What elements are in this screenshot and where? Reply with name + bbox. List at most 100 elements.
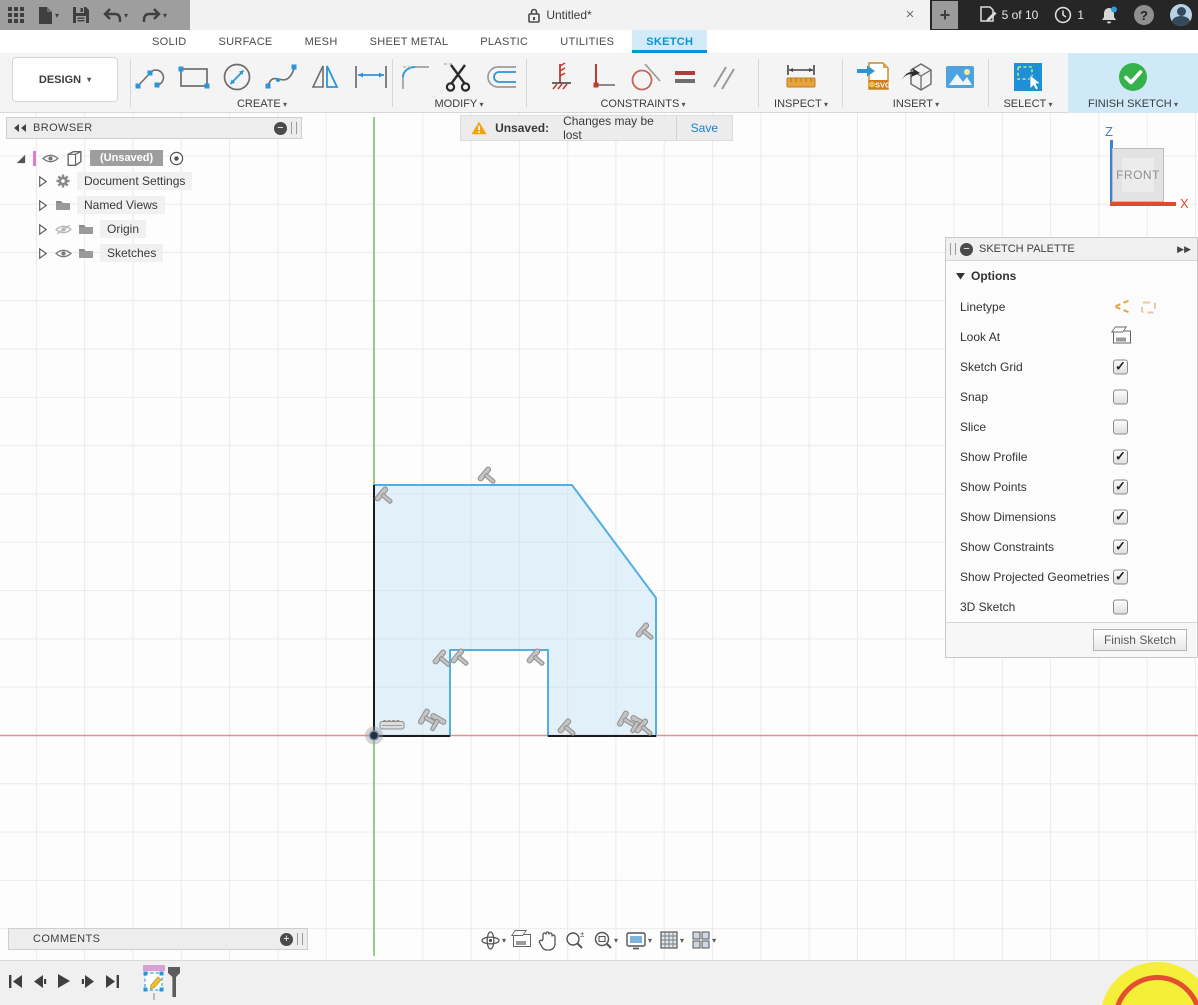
expand-icon[interactable] bbox=[36, 223, 49, 236]
parallel-constraint-button[interactable] bbox=[706, 60, 740, 94]
notifications-button[interactable] bbox=[1100, 6, 1118, 25]
tab-sheet-metal[interactable]: SHEET METAL bbox=[356, 30, 463, 53]
help-button[interactable]: ? bbox=[1134, 5, 1154, 25]
redo-button[interactable]: ▾ bbox=[142, 7, 167, 23]
eye-off-icon[interactable] bbox=[55, 224, 72, 235]
perpendicular-constraint-button[interactable] bbox=[586, 60, 620, 94]
close-tab-button[interactable]: × bbox=[900, 4, 920, 24]
document-tab[interactable]: Untitled* × bbox=[190, 0, 930, 30]
spline-tool-button[interactable] bbox=[262, 60, 302, 94]
expand-icon[interactable] bbox=[36, 247, 49, 260]
app-grid-icon[interactable] bbox=[8, 7, 24, 23]
browser-resize-grip[interactable] bbox=[291, 122, 297, 134]
collapse-panel-icon[interactable] bbox=[13, 123, 27, 133]
constraint-glyph-icon[interactable] bbox=[525, 647, 550, 672]
job-status-button[interactable]: 1 bbox=[1054, 6, 1084, 24]
show-profile-checkbox[interactable] bbox=[1113, 449, 1128, 465]
browser-item-label[interactable]: Origin bbox=[100, 220, 147, 238]
fixed-ruler-glyph-icon[interactable] bbox=[379, 720, 405, 730]
rectangle-tool-button[interactable] bbox=[176, 61, 212, 93]
finish-sketch-button[interactable] bbox=[1115, 59, 1151, 95]
insert-canvas-button[interactable] bbox=[942, 61, 978, 93]
finish-sketch-palette-button[interactable]: Finish Sketch bbox=[1092, 629, 1187, 651]
tab-plastic[interactable]: PLASTIC bbox=[466, 30, 542, 53]
select-dropdown[interactable]: SELECT bbox=[1003, 98, 1052, 113]
step-forward-button[interactable] bbox=[81, 974, 96, 989]
viewports-caret-icon[interactable]: ▾ bbox=[712, 936, 716, 945]
grid-caret-icon[interactable]: ▾ bbox=[680, 936, 684, 945]
display-caret-icon[interactable]: ▾ bbox=[648, 936, 652, 945]
open-documents-button[interactable]: 5 of 10 bbox=[979, 6, 1038, 24]
palette-collapse-button[interactable]: − bbox=[960, 242, 973, 256]
show-projected-geometries-checkbox[interactable] bbox=[1113, 569, 1128, 585]
viewports-button[interactable]: ▾ bbox=[691, 930, 716, 950]
projected-linetype-icon[interactable] bbox=[1141, 301, 1156, 313]
equal-constraint-button[interactable] bbox=[670, 62, 700, 92]
view-cube[interactable]: Z X FRONT bbox=[1098, 118, 1198, 222]
show-dimensions-checkbox[interactable] bbox=[1113, 509, 1128, 525]
browser-item-origin[interactable]: Origin bbox=[36, 217, 147, 241]
constraint-glyph-icon[interactable] bbox=[449, 647, 474, 672]
trim-tool-button[interactable] bbox=[440, 59, 476, 95]
construction-linetype-icon[interactable] bbox=[1113, 300, 1131, 315]
tab-utilities[interactable]: UTILITIES bbox=[546, 30, 628, 53]
activate-component-icon[interactable] bbox=[169, 151, 184, 166]
show-constraints-checkbox[interactable] bbox=[1113, 539, 1128, 555]
sketch-palette-header[interactable]: − SKETCH PALETTE ▶▶ bbox=[946, 238, 1197, 261]
comments-resize-grip[interactable] bbox=[297, 933, 303, 945]
skip-to-end-button[interactable] bbox=[105, 974, 120, 989]
inspect-dropdown[interactable]: INSPECT bbox=[774, 98, 828, 113]
options-section-header[interactable]: Options bbox=[946, 261, 1197, 287]
insert-mesh-button[interactable] bbox=[898, 59, 936, 95]
save-link[interactable]: Save bbox=[675, 116, 732, 140]
expand-icon[interactable] bbox=[36, 175, 49, 188]
midline-constraint-button[interactable] bbox=[546, 60, 580, 94]
undo-button[interactable]: ▾ bbox=[103, 7, 128, 23]
look-at-button[interactable] bbox=[513, 933, 532, 947]
offset-tool-button[interactable] bbox=[482, 61, 520, 93]
browser-root-row[interactable]: (Unsaved) bbox=[14, 146, 184, 170]
browser-collapse-button[interactable]: − bbox=[274, 121, 287, 135]
constraints-dropdown[interactable]: CONSTRAINTS bbox=[600, 98, 685, 113]
grid-settings-button[interactable]: ▾ bbox=[659, 930, 684, 950]
comments-panel-header[interactable]: COMMENTS + bbox=[8, 928, 308, 950]
play-button[interactable] bbox=[56, 973, 72, 989]
tab-solid[interactable]: SOLID bbox=[138, 30, 201, 53]
orbit-caret-icon[interactable]: ▾ bbox=[502, 936, 506, 945]
sketch-grid-checkbox[interactable] bbox=[1113, 359, 1128, 375]
timeline-position-marker[interactable] bbox=[168, 967, 180, 997]
look-at-plane-icon[interactable] bbox=[1113, 330, 1131, 344]
file-menu-button[interactable]: ▾ bbox=[38, 6, 59, 24]
fillet-tool-button[interactable] bbox=[398, 60, 434, 94]
dimension-tool-button[interactable] bbox=[350, 61, 392, 93]
browser-item-label[interactable]: Sketches bbox=[100, 244, 164, 262]
create-dropdown[interactable]: CREATE bbox=[237, 98, 287, 113]
timeline-sketch-feature[interactable] bbox=[142, 963, 182, 1005]
circle-tool-button[interactable] bbox=[218, 60, 256, 94]
insert-dropdown[interactable]: INSERT bbox=[893, 98, 939, 113]
browser-item-label[interactable]: Document Settings bbox=[77, 172, 193, 190]
save-button[interactable] bbox=[73, 7, 90, 23]
tab-mesh[interactable]: MESH bbox=[291, 30, 352, 53]
line-tool-button[interactable] bbox=[132, 61, 170, 93]
gear-icon[interactable] bbox=[55, 173, 71, 189]
viewcube-front-face[interactable]: FRONT bbox=[1112, 148, 1164, 202]
user-avatar[interactable] bbox=[1170, 4, 1192, 26]
browser-item-label[interactable]: Named Views bbox=[77, 196, 165, 214]
select-tool-button[interactable] bbox=[1011, 60, 1045, 94]
orbit-button[interactable]: ▾ bbox=[480, 930, 506, 951]
folder-icon[interactable] bbox=[78, 222, 94, 236]
fit-button[interactable]: ▾ bbox=[592, 930, 618, 951]
eye-icon[interactable] bbox=[55, 248, 72, 259]
display-settings-button[interactable]: ▾ bbox=[625, 930, 652, 950]
new-tab-button[interactable]: + bbox=[932, 1, 958, 29]
palette-expand-icon[interactable]: ▶▶ bbox=[1177, 244, 1191, 255]
tab-surface[interactable]: SURFACE bbox=[205, 30, 287, 53]
3d-sketch-checkbox[interactable] bbox=[1113, 599, 1128, 615]
insert-svg-button[interactable]: SVG bbox=[854, 59, 892, 95]
skip-to-start-button[interactable] bbox=[8, 974, 23, 989]
tab-sketch[interactable]: SKETCH bbox=[632, 30, 708, 53]
redo-caret-icon[interactable]: ▾ bbox=[163, 11, 167, 20]
browser-item-named-views[interactable]: Named Views bbox=[36, 193, 165, 217]
browser-item-document-settings[interactable]: Document Settings bbox=[36, 169, 193, 193]
